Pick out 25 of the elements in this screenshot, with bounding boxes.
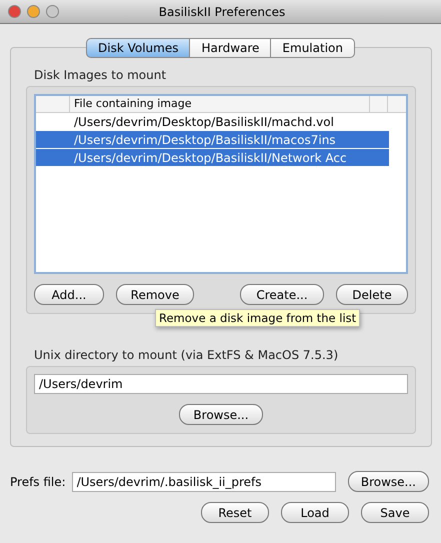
tab[interactable]: Emulation — [270, 38, 355, 58]
push-button[interactable]: Load — [281, 502, 349, 523]
push-button[interactable]: Remove — [116, 284, 194, 305]
browse-button[interactable]: Browse... — [348, 471, 429, 492]
push-button[interactable]: Reset — [201, 502, 269, 523]
tab[interactable]: Disk Volumes — [86, 38, 190, 58]
group-title: Unix directory to mount (via ExtFS & MacOS 7.5.3) — [33, 348, 340, 362]
list-row[interactable]: /Users/devrim/Desktop/BasiliskII/Network Acc — [36, 149, 389, 167]
push-button[interactable]: Add... — [34, 284, 104, 305]
prefs-file-field[interactable]: /Users/devrim/.basilisk_ii_prefs — [72, 472, 336, 492]
push-button[interactable]: Delete — [336, 284, 408, 305]
window-control-button[interactable] — [46, 5, 59, 18]
field-label: Prefs file: — [10, 474, 66, 488]
tooltip: Remove a disk image from the list — [155, 309, 360, 327]
push-button[interactable]: Save — [361, 502, 429, 523]
tab[interactable]: Hardware — [189, 38, 272, 58]
group-title: Disk Images to mount — [33, 68, 168, 82]
window-title: BasiliskII Preferences — [158, 4, 286, 18]
list-row[interactable]: /Users/devrim/Desktop/BasiliskII/macos7ins — [36, 131, 389, 149]
window-control-button[interactable] — [27, 5, 40, 18]
column-header[interactable]: File containing image — [70, 96, 370, 112]
browse-button[interactable]: Browse... — [179, 404, 263, 425]
window-control-button[interactable] — [8, 5, 21, 18]
directory-field[interactable]: /Users/devrim — [34, 374, 408, 394]
push-button[interactable]: Create... — [240, 284, 324, 305]
